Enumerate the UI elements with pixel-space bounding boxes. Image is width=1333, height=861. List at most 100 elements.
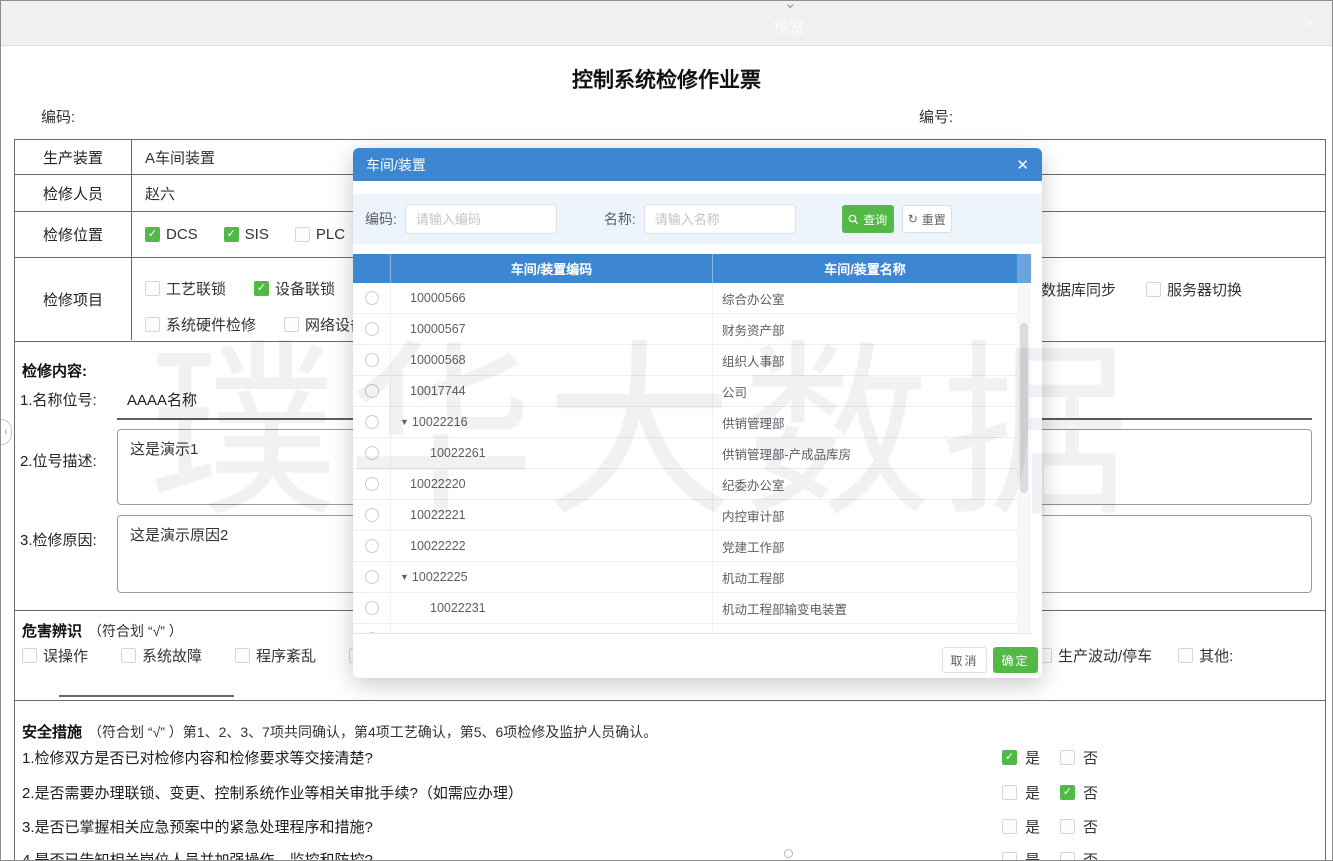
reset-button[interactable]: ↻ 重置 — [902, 205, 952, 233]
row-code-text: 10022216 — [412, 415, 468, 429]
row-code-cell: 10017744 — [390, 376, 712, 406]
workshop-device-table: 车间/装置编码 车间/装置名称 10000566综合办公室10000567财务资… — [353, 254, 1031, 634]
checkbox-equipment-interlock[interactable] — [254, 281, 269, 296]
row-code-text: 10000567 — [410, 322, 466, 336]
checkbox-sis[interactable] — [224, 227, 239, 242]
row-radio-cell — [353, 562, 390, 592]
no-label: 否 — [1083, 849, 1098, 861]
confirm-button[interactable]: 确定 — [993, 647, 1038, 673]
row-radio[interactable] — [365, 353, 379, 367]
modal-table-row[interactable]: 10022222党建工作部 — [353, 531, 1017, 562]
row-code-text: 10022231 — [430, 601, 486, 615]
cancel-button[interactable]: 取消 — [942, 647, 987, 673]
row-radio[interactable] — [365, 415, 379, 429]
checkbox-label: DCS — [166, 226, 198, 243]
q4-yes-checkbox[interactable] — [1002, 852, 1017, 861]
row-radio[interactable] — [365, 601, 379, 615]
row-radio[interactable] — [365, 539, 379, 553]
name-search-input[interactable] — [644, 204, 796, 234]
expand-arrow-icon[interactable]: ▼ — [400, 572, 409, 582]
yes-label: 是 — [1025, 849, 1040, 861]
checkbox-label: 数据库同步 — [1041, 279, 1116, 300]
q2-yes-checkbox[interactable] — [1002, 785, 1017, 800]
row-name-cell: 公司 — [712, 376, 1017, 406]
modal-table-row[interactable]: ▼10022225机动工程部 — [353, 562, 1017, 593]
section-hint: （符合划 “√” ）第1、2、3、7项共同确认，第4项工艺确认，第5、6项检修及… — [88, 724, 657, 740]
row-name-cell: 供销管理部 — [712, 407, 1017, 437]
serial-label: 编号: — [919, 106, 953, 127]
modal-table-row[interactable]: 10022231 机动工程部输变电装置 — [353, 593, 1017, 624]
device-row-label: 生产装置 — [15, 140, 132, 174]
personnel-row-label: 检修人员 — [15, 175, 132, 211]
tag-name-value: AAAA名称 — [127, 389, 197, 410]
expand-arrow-icon[interactable]: ▼ — [400, 417, 409, 427]
safety-question: 1.检修双方是否已对检修内容和检修要求等交接清楚? — [22, 747, 373, 768]
row-code-cell: 10022221 — [390, 500, 712, 530]
checkbox-dcs[interactable] — [145, 227, 160, 242]
scrollbar-track[interactable] — [1017, 283, 1031, 634]
code-column-header: 车间/装置编码 — [390, 254, 712, 283]
modal-close-icon[interactable]: ✕ — [1016, 156, 1029, 174]
safety-question: 2.是否需要办理联锁、变更、控制系统作业等相关审批手续?（如需应办理） — [22, 782, 523, 803]
modal-table-row[interactable]: 10022232机动工程部供变电装置 — [353, 624, 1017, 634]
row-radio[interactable] — [365, 446, 379, 460]
field-label: 1.名称位号: — [20, 389, 97, 410]
chevron-down-icon[interactable]: ⌄ — [784, 0, 797, 12]
code-search-input[interactable] — [405, 204, 557, 234]
row-radio[interactable] — [365, 477, 379, 491]
q4-no-checkbox[interactable] — [1060, 852, 1075, 861]
scrollbar-header-cap — [1017, 254, 1031, 283]
checkbox-other[interactable] — [1178, 648, 1193, 663]
scroll-indicator-dot — [784, 849, 793, 858]
table-header-row: 车间/装置编码 车间/装置名称 — [353, 254, 1017, 283]
position-row-label: 检修位置 — [15, 212, 132, 257]
row-radio-cell — [353, 469, 390, 499]
modal-table-row[interactable]: 10000567财务资产部 — [353, 314, 1017, 345]
checkbox-network-device[interactable] — [284, 317, 299, 332]
table-scrollbar[interactable] — [1017, 254, 1031, 634]
q3-yes-checkbox[interactable] — [1002, 819, 1017, 834]
refresh-icon: ↻ — [908, 213, 918, 225]
close-icon[interactable]: ✕ — [1303, 13, 1316, 33]
row-radio[interactable] — [365, 384, 379, 398]
modal-table-row[interactable]: 10022261供销管理部-产成品库房 — [353, 438, 1017, 469]
q3-no-checkbox[interactable] — [1060, 819, 1075, 834]
q1-yes-checkbox[interactable] — [1002, 750, 1017, 765]
checkbox-system-failure[interactable] — [121, 648, 136, 663]
row-code-cell: 10000568 — [390, 345, 712, 375]
modal-table-row[interactable]: 10022220纪委办公室 — [353, 469, 1017, 500]
field-label: 3.检修原因: — [20, 529, 97, 550]
checkbox-plc[interactable] — [295, 227, 310, 242]
query-button[interactable]: 查询 — [842, 205, 894, 233]
yes-label: 是 — [1025, 816, 1040, 837]
row-radio[interactable] — [365, 570, 379, 584]
modal-table-body: 10000566综合办公室10000567财务资产部10000568组织人事部1… — [353, 283, 1017, 634]
modal-table-row[interactable]: 10000566综合办公室 — [353, 283, 1017, 314]
modal-table-row[interactable]: 10022221内控审计部 — [353, 500, 1017, 531]
row-radio[interactable] — [365, 322, 379, 336]
q2-no-checkbox[interactable] — [1060, 785, 1075, 800]
scrollbar-thumb[interactable] — [1020, 323, 1028, 493]
row-name-cell: 机动工程部输变电装置 — [712, 593, 1017, 623]
checkbox-process-interlock[interactable] — [145, 281, 160, 296]
checkbox-program-disorder[interactable] — [235, 648, 250, 663]
no-label: 否 — [1083, 816, 1098, 837]
checkbox-system-hardware[interactable] — [145, 317, 160, 332]
row-radio[interactable] — [365, 632, 379, 634]
row-radio-cell — [353, 314, 390, 344]
safety-question: 4.是否已告知相关岗位人员并加强操作、监控和防控? — [22, 849, 373, 861]
checkbox-server-switch[interactable] — [1146, 282, 1161, 297]
checkbox-misoperation[interactable] — [22, 648, 37, 663]
modal-table-row[interactable]: ▼10022216 供销管理部 — [353, 407, 1017, 438]
row-radio-cell — [353, 438, 390, 468]
row-code-cell: 10000567 — [390, 314, 712, 344]
dialog-titlebar: 预览 ✕ — [1, 1, 1332, 46]
row-radio[interactable] — [365, 508, 379, 522]
q1-no-checkbox[interactable] — [1060, 750, 1075, 765]
row-radio[interactable] — [365, 291, 379, 305]
no-label: 否 — [1083, 747, 1098, 768]
modal-table-row[interactable]: 10017744公司 — [353, 376, 1017, 407]
drawer-collapse-handle[interactable]: ‹ — [1, 419, 12, 445]
workshop-device-modal: 车间/装置 ✕ 编码: 名称: 查询 ↻ 重置 车间/装置编码 车间/装置名称 — [353, 148, 1042, 678]
modal-table-row[interactable]: 10000568组织人事部 — [353, 345, 1017, 376]
